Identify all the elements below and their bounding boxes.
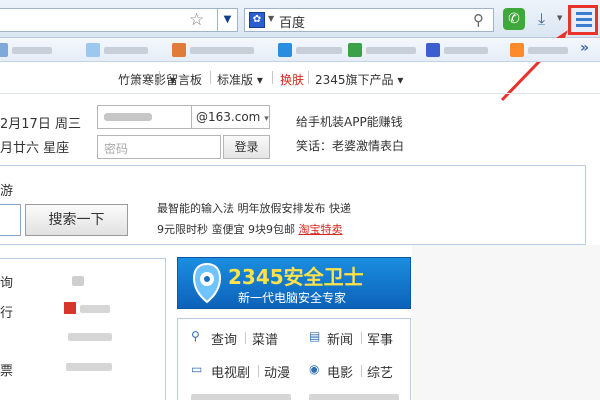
chevron-down-icon: ▾ [264,114,269,124]
banner-subtitle: 新一代电脑安全专家 [238,291,347,305]
list-item[interactable]: 票 [0,360,13,379]
favorites-bar: » [0,38,600,62]
blurred-text [309,394,399,400]
film-icon: ◉ [309,362,320,376]
blurred-text [66,363,112,371]
search-input[interactable] [0,204,21,236]
news-icon: ▤ [309,329,321,343]
grid-link-movies[interactable]: 电影 [327,362,353,381]
quick-links-row2[interactable]: 9元限时秒 蛮便宜 9块9包邮 淘宝特卖 [157,221,343,237]
grid-link-variety[interactable]: 综艺 [367,362,393,381]
banner-title: 2345安全卫士 [228,265,364,289]
grid-link-military[interactable]: 军事 [367,329,393,348]
browser-window: ☆ ▼ ✿ ▼ 百度 ⚲ ✆ ⤓ ▼ » 竹箫寒影 ▾ 留言板 标准版 ▾ 换肤… [0,0,600,400]
nav-item-guestbook[interactable]: 留言板 [166,71,202,88]
right-blank-area [412,245,600,400]
list-item[interactable]: 行 [0,302,13,321]
search-button[interactable]: 搜索一下 [25,204,128,236]
login-button[interactable]: 登录 [223,135,270,159]
joke-link[interactable]: 笑话：老婆激情表白 [296,137,404,154]
password-placeholder: 密码 [104,142,129,156]
password-field[interactable]: 密码 [97,135,221,159]
grid-link-tv-series[interactable]: 电视剧 [211,362,250,381]
grid-link-recipes[interactable]: 菜谱 [252,329,278,348]
search-icon: ⚲ [191,329,200,343]
grid-link-anime[interactable]: 动漫 [264,362,290,381]
grid-link-news[interactable]: 新闻 [327,329,353,348]
email-username-field[interactable] [97,105,192,129]
promo-link[interactable]: 给手机装APP能赚钱 [296,113,403,130]
date-line: 2月17日 周三 [0,117,81,132]
tv-icon: ▭ [191,362,203,376]
quick-links-row1[interactable]: 最智能的输入法 明年放假安排发布 快递 [157,200,351,216]
taobao-sale-link[interactable]: 淘宝特卖 [299,223,343,236]
security-banner[interactable]: 2345安全卫士 新一代电脑安全专家 [177,257,411,309]
blurred-text [191,394,291,400]
nav-item-change-skin[interactable]: 换肤 [280,71,304,88]
site-nav: 竹箫寒影 ▾ 留言板 标准版 ▾ 换肤 2345旗下产品 ▾ [0,62,600,94]
lunar-date-line: 月廿六 星座 [0,141,70,156]
nav-item-products[interactable]: 2345旗下产品 ▾ [315,71,403,88]
blurred-username [104,113,152,121]
shield-mascot-icon [192,262,222,304]
blurred-text [80,305,110,313]
email-domain-select[interactable]: @163.com ▾ [192,105,270,129]
dropdown-arrow-icon: ▾ [397,73,404,87]
list-item[interactable]: 询 [0,272,13,291]
nav-item-standard-version[interactable]: 标准版 ▾ [217,71,263,88]
chevron-right-icon[interactable]: » [580,40,589,56]
site-icon [64,302,76,314]
search-category-label[interactable]: 游 [0,180,13,199]
dropdown-arrow-icon: ▾ [256,73,263,87]
blurred-icon [72,276,84,286]
blurred-text [68,333,112,341]
browser-toolbar: ☆ ▼ ✿ ▼ 百度 ⚲ ✆ ⤓ ▼ [0,0,600,102]
grid-link-query[interactable]: 查询 [211,329,237,348]
